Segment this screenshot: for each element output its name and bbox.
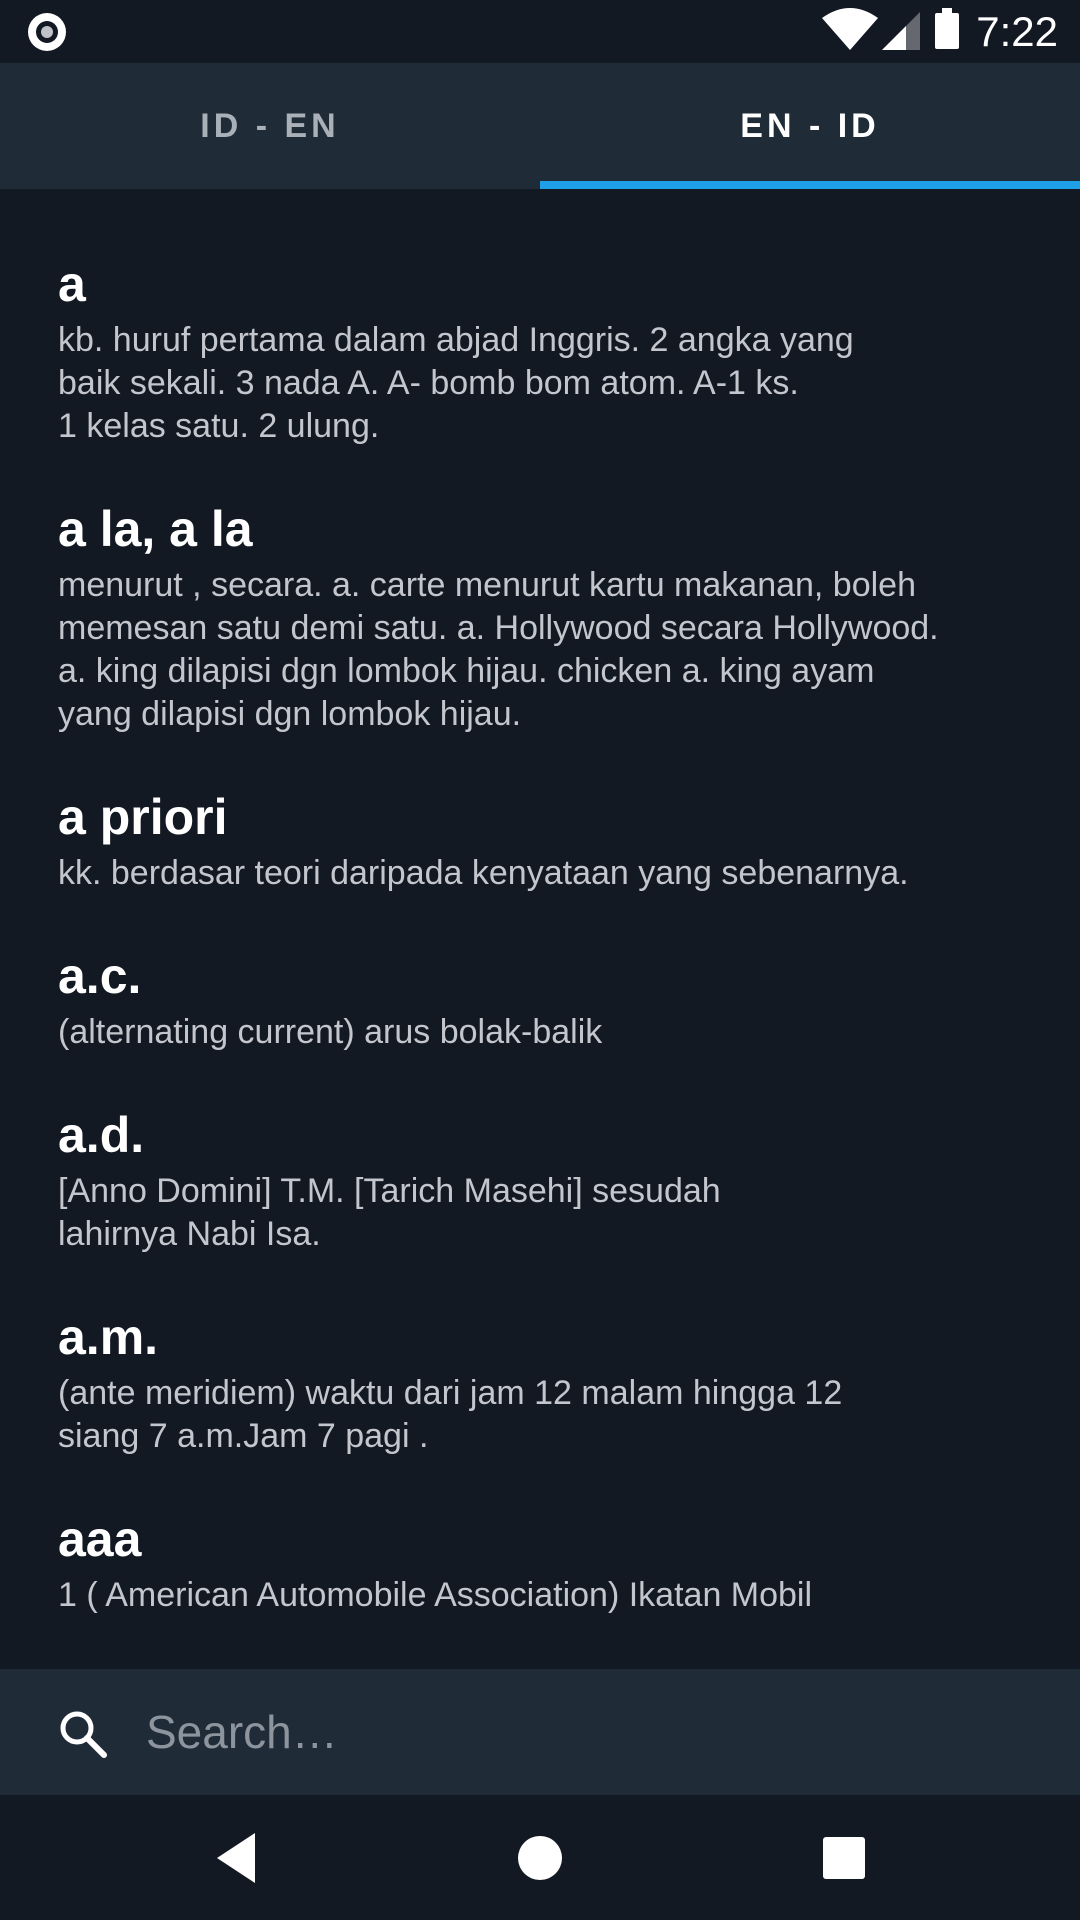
tab-indicator — [540, 181, 1080, 189]
list-item[interactable]: a.m. (ante meridiem) waktu dari jam 12 m… — [58, 1308, 1038, 1458]
list-item[interactable]: a.c. (alternating current) arus bolak-ba… — [58, 947, 1038, 1054]
entry-term: a la, a la — [58, 501, 253, 557]
entry-definition: kk. berdasar teori daripada kenyataan ya… — [58, 854, 909, 892]
wifi-icon — [822, 8, 878, 50]
entry-term: a priori — [58, 789, 228, 845]
back-icon[interactable] — [203, 1825, 269, 1891]
entry-term: a.m. — [58, 1309, 159, 1365]
entry-term: a — [58, 256, 86, 312]
list-item[interactable]: aaa 1 ( American Automobile Association)… — [58, 1510, 1038, 1617]
navigation-bar — [0, 1795, 1080, 1920]
entry-definition: (ante meridiem) waktu dari jam 12 malam … — [58, 1374, 843, 1455]
home-icon[interactable] — [507, 1825, 573, 1891]
search-bar — [0, 1669, 1080, 1795]
entry-term: a.d. — [58, 1107, 145, 1163]
camera-icon — [28, 13, 66, 51]
search-icon — [60, 1711, 107, 1758]
dictionary-list[interactable]: a kb. huruf pertama dalam abjad Inggris.… — [0, 189, 1080, 1669]
list-item[interactable]: a priori kk. berdasar teori daripada ken… — [58, 788, 1038, 895]
status-bar: 7:22 — [0, 0, 1080, 63]
list-item[interactable]: a la, a la menurut , secara. a. carte me… — [58, 500, 1038, 736]
entry-definition: [Anno Domini] T.M. [Tarich Masehi] sesud… — [58, 1172, 721, 1253]
tab-bar: ID - EN EN - ID — [0, 63, 1080, 189]
entry-definition: menurut , secara. a. carte menurut kartu… — [58, 566, 939, 733]
entry-term: a.c. — [58, 948, 142, 1004]
search-input[interactable] — [146, 1697, 1026, 1767]
entry-definition: kb. huruf pertama dalam abjad Inggris. 2… — [58, 321, 854, 445]
tab-id-en[interactable]: ID - EN — [0, 63, 540, 189]
recents-icon[interactable] — [811, 1825, 877, 1891]
entry-definition: (alternating current) arus bolak-balik — [58, 1013, 603, 1051]
tab-en-id[interactable]: EN - ID — [540, 63, 1080, 189]
entry-definition: 1 ( American Automobile Association) Ika… — [58, 1576, 813, 1614]
entry-term: aaa — [58, 1511, 142, 1567]
battery-icon — [935, 8, 959, 49]
clock: 7:22 — [976, 8, 1058, 55]
list-item[interactable]: a kb. huruf pertama dalam abjad Inggris.… — [58, 255, 1038, 448]
list-item[interactable]: a.d. [Anno Domini] T.M. [Tarich Masehi] … — [58, 1106, 1038, 1256]
